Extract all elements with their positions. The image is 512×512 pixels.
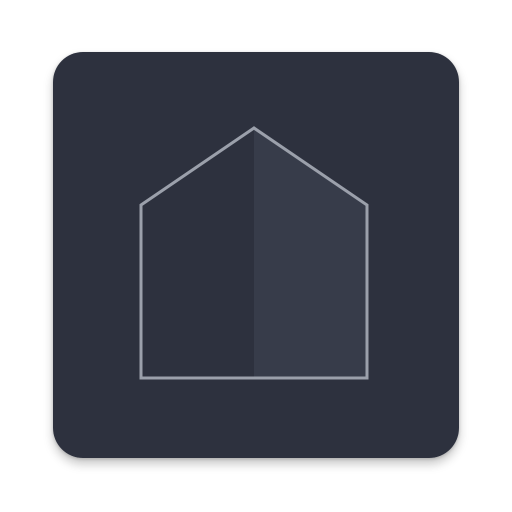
app-icon-canvas xyxy=(0,0,512,512)
home-icon xyxy=(53,52,459,458)
app-icon-tile[interactable] xyxy=(53,52,459,458)
